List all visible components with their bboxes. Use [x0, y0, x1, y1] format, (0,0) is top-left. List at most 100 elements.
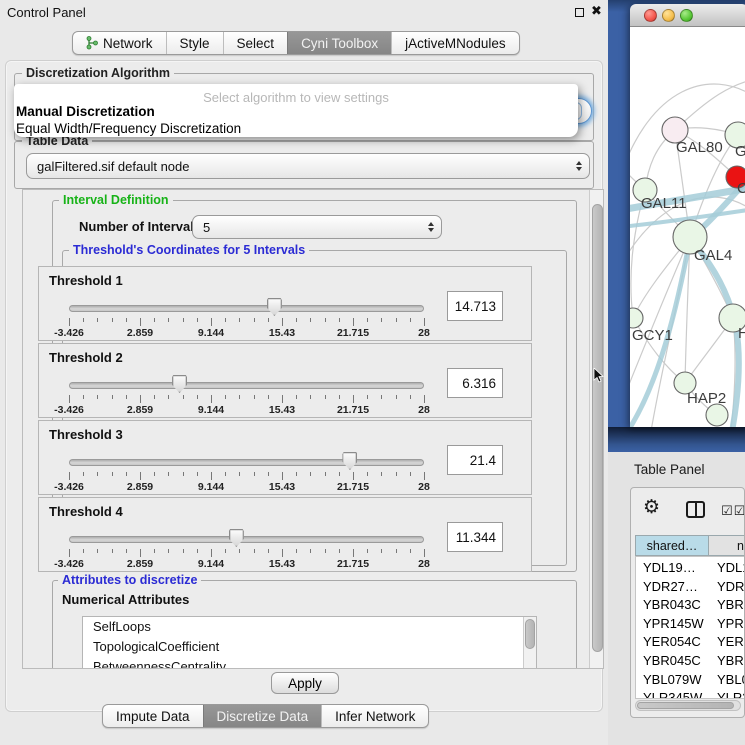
- attribute-item[interactable]: BetweennessCentrality: [83, 657, 536, 669]
- threshold-value-field[interactable]: 14.713: [447, 291, 503, 321]
- tab-impute-data[interactable]: Impute Data: [103, 705, 203, 727]
- threshold-card-2: Threshold 2-3.4262.8599.14415.4321.71528…: [38, 343, 532, 418]
- slider-tick: [268, 472, 269, 476]
- network-canvas[interactable]: GAL80GACGAL11GAL4GCY1HHAP2: [630, 27, 745, 427]
- slider-tick: [197, 318, 198, 322]
- slider-tick: [424, 318, 425, 326]
- slider-tick: [282, 395, 283, 403]
- network-node[interactable]: [706, 404, 728, 426]
- slider-tick: [154, 318, 155, 322]
- slider-tick: [168, 395, 169, 399]
- menu-item-manual-discretization[interactable]: Manual Discretization: [16, 104, 155, 119]
- apply-button[interactable]: Apply: [271, 672, 339, 694]
- network-node-label: HAP2: [687, 390, 726, 407]
- threshold-value-field[interactable]: 11.344: [447, 522, 503, 552]
- slider-tick: [339, 395, 340, 399]
- cell-name: YDL1: [717, 560, 745, 575]
- attributes-list-scrollbar[interactable]: [523, 617, 536, 669]
- slider-tick: [381, 395, 382, 399]
- slider-tick: [112, 472, 113, 476]
- split-columns-icon[interactable]: [686, 501, 705, 518]
- slider-tick: [112, 549, 113, 553]
- slider-thumb[interactable]: [172, 375, 187, 393]
- slider-tick: [296, 472, 297, 476]
- threshold-slider[interactable]: -3.4262.8599.14415.4321.71528: [69, 297, 424, 339]
- settings-scrollbar[interactable]: [589, 190, 604, 668]
- attribute-item[interactable]: TopologicalCoefficient: [83, 637, 536, 657]
- mouse-cursor: [593, 368, 604, 384]
- tab-infer-network[interactable]: Infer Network: [321, 705, 428, 727]
- checkbox-icons[interactable]: ☑☑: [721, 503, 745, 519]
- network-window[interactable]: GAL80GACGAL11GAL4GCY1HHAP2: [630, 4, 745, 427]
- tab-discretize-data[interactable]: Discretize Data: [203, 705, 322, 727]
- network-graph: GAL80GACGAL11GAL4GCY1HHAP2: [630, 27, 745, 427]
- combo-stepper-icon[interactable]: [428, 222, 434, 232]
- network-node[interactable]: [630, 308, 643, 328]
- tab-jactivemnodules[interactable]: jActiveMNodules: [391, 32, 519, 54]
- threshold-value-field[interactable]: 6.316: [447, 368, 503, 398]
- slider-track[interactable]: [69, 536, 424, 543]
- slider-thumb[interactable]: [229, 529, 244, 547]
- combo-stepper-icon[interactable]: [576, 161, 582, 171]
- minimize-traffic-light-icon[interactable]: [662, 9, 675, 22]
- column-header-name[interactable]: na: [709, 535, 745, 556]
- threshold-slider[interactable]: -3.4262.8599.14415.4321.71528: [69, 451, 424, 493]
- network-node-label: C: [737, 180, 745, 197]
- slider-tick: [154, 549, 155, 553]
- close-traffic-light-icon[interactable]: [644, 9, 657, 22]
- tab-network[interactable]: Network: [73, 32, 166, 54]
- table-row[interactable]: YBR045CYBR0: [636, 652, 744, 671]
- table-row[interactable]: YBR043CYBR0: [636, 596, 744, 615]
- numerical-attributes-list[interactable]: SelfLoopsTopologicalCoefficientBetweenne…: [82, 616, 537, 669]
- table-panel-title: Table Panel: [634, 462, 705, 477]
- slider-tick: [154, 472, 155, 476]
- tab-style[interactable]: Style: [166, 32, 223, 54]
- tab-select[interactable]: Select: [223, 32, 288, 54]
- table-row[interactable]: YDR27…YDR2: [636, 578, 744, 597]
- slider-tick: [197, 395, 198, 399]
- column-header-shared[interactable]: shared…: [635, 535, 709, 556]
- threshold-slider[interactable]: -3.4262.8599.14415.4321.71528: [69, 374, 424, 416]
- menu-item-equal-width[interactable]: Equal Width/Frequency Discretization: [16, 121, 241, 136]
- num-intervals-select[interactable]: 5: [192, 215, 442, 239]
- float-window-icon[interactable]: [575, 8, 584, 17]
- slider-tick: [353, 395, 354, 403]
- table-row[interactable]: YLR345WYLR3: [636, 689, 744, 699]
- slider-track[interactable]: [69, 382, 424, 389]
- slider-tick-label: 2.859: [127, 327, 153, 339]
- slider-tick: [168, 472, 169, 476]
- slider-tick: [254, 549, 255, 553]
- cell-name: YLR3: [717, 690, 745, 699]
- cell-shared-name: YPR145W: [643, 616, 704, 631]
- tab-cyni-toolbox[interactable]: Cyni Toolbox: [287, 32, 391, 54]
- attribute-item[interactable]: SelfLoops: [83, 617, 536, 637]
- close-icon[interactable]: ✖: [591, 3, 602, 19]
- network-window-titlebar[interactable]: [630, 4, 745, 27]
- slider-track[interactable]: [69, 459, 424, 466]
- table-data-select[interactable]: galFiltered.sif default node: [26, 153, 590, 179]
- slider-tick: [310, 472, 311, 476]
- slider-thumb[interactable]: [342, 452, 357, 470]
- table-hscrollbar[interactable]: [635, 700, 741, 711]
- slider-tick: [97, 318, 98, 322]
- tab-label: Discretize Data: [217, 709, 309, 724]
- slider-thumb[interactable]: [267, 298, 282, 316]
- table-row[interactable]: YPR145WYPR1: [636, 615, 744, 634]
- table-row[interactable]: YDL19…YDL1: [636, 559, 744, 578]
- slider-tick: [396, 318, 397, 322]
- slider-tick-label: -3.426: [54, 404, 84, 416]
- table-card: ⚙ ☑☑ shared… na YDL19…YDL1YDR27…YDR2YBR0…: [630, 487, 745, 718]
- zoom-traffic-light-icon[interactable]: [680, 9, 693, 22]
- table-row[interactable]: YER054CYER0: [636, 633, 744, 652]
- threshold-value-field[interactable]: 21.4: [447, 445, 503, 475]
- thresholds-group-title: Threshold's Coordinates for 5 Intervals: [69, 244, 309, 257]
- table-data-value: galFiltered.sif default node: [37, 159, 189, 174]
- table-row[interactable]: YBL079WYBL0: [636, 671, 744, 690]
- slider-tick: [225, 395, 226, 399]
- slider-track[interactable]: [69, 305, 424, 312]
- slider-tick: [353, 549, 354, 557]
- slider-tick-label: 15.43: [269, 404, 295, 416]
- threshold-slider[interactable]: -3.4262.8599.14415.4321.71528: [69, 528, 424, 570]
- gear-icon[interactable]: ⚙: [643, 496, 660, 519]
- slider-tick: [367, 549, 368, 553]
